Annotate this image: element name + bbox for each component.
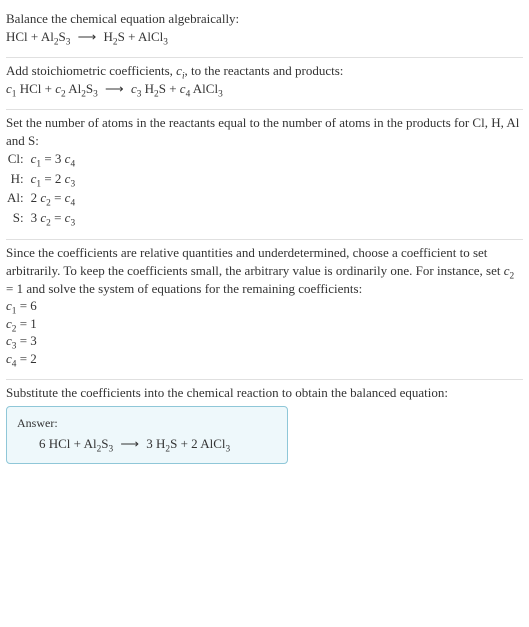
solution-line: c4 = 2 (6, 350, 523, 368)
plus-sign: + (128, 29, 135, 44)
element-label: H: (6, 169, 30, 189)
section-balance-heading: Balance the chemical equation algebraica… (6, 6, 523, 53)
equation-cell: c1 = 2 c3 (30, 169, 77, 189)
solution-line: c1 = 6 (6, 297, 523, 315)
answer-label: Answer: (17, 415, 277, 431)
product-2: AlCl3 (138, 29, 168, 44)
table-row: Al: 2 c2 = c4 (6, 188, 76, 208)
reaction-arrow-icon: ⟶ (74, 29, 101, 44)
reactant-2: Al2S3 (41, 29, 74, 44)
reaction-arrow-icon: ⟶ (116, 436, 143, 451)
table-row: Cl: c1 = 3 c4 (6, 149, 76, 169)
table-row: S: 3 c2 = c3 (6, 208, 76, 228)
equation-cell: c1 = 3 c4 (30, 149, 77, 169)
equation-cell: 3 c2 = c3 (30, 208, 77, 228)
solutions-list: c1 = 6 c2 = 1 c3 = 3 c4 = 2 (6, 297, 523, 367)
equation-cell: 2 c2 = c4 (30, 188, 77, 208)
solution-line: c3 = 3 (6, 332, 523, 350)
heading-text: Substitute the coefficients into the che… (6, 384, 523, 402)
heading-text: Set the number of atoms in the reactants… (6, 114, 523, 149)
section-add-coefficients: Add stoichiometric coefficients, ci, to … (6, 58, 523, 105)
reactant-1: HCl (6, 29, 28, 44)
section-element-balance: Set the number of atoms in the reactants… (6, 110, 523, 235)
solution-line: c2 = 1 (6, 315, 523, 333)
explanation-text: Since the coefficients are relative quan… (6, 244, 523, 297)
balance-equations-table: Cl: c1 = 3 c4 H: c1 = 2 c3 Al: 2 c2 = c4… (6, 149, 76, 227)
section-answer: Substitute the coefficients into the che… (6, 380, 523, 471)
coefficient-reaction: c1 HCl + c2 Al2S3 ⟶ c3 H2S + c4 AlCl3 (6, 80, 523, 98)
product-1: H2S (104, 29, 129, 44)
element-label: Cl: (6, 149, 30, 169)
heading-text: Balance the chemical equation algebraica… (6, 10, 523, 28)
heading-text: Add stoichiometric coefficients, ci, to … (6, 62, 523, 80)
section-solve: Since the coefficients are relative quan… (6, 240, 523, 375)
answer-box: Answer: 6 HCl + Al2S3 ⟶ 3 H2S + 2 AlCl3 (6, 406, 288, 464)
element-label: S: (6, 208, 30, 228)
plus-sign: + (31, 29, 38, 44)
element-label: Al: (6, 188, 30, 208)
balanced-reaction: 6 HCl + Al2S3 ⟶ 3 H2S + 2 AlCl3 (17, 435, 277, 453)
table-row: H: c1 = 2 c3 (6, 169, 76, 189)
unbalanced-reaction: HCl + Al2S3 ⟶ H2S + AlCl3 (6, 28, 523, 46)
reaction-arrow-icon: ⟶ (101, 81, 128, 96)
